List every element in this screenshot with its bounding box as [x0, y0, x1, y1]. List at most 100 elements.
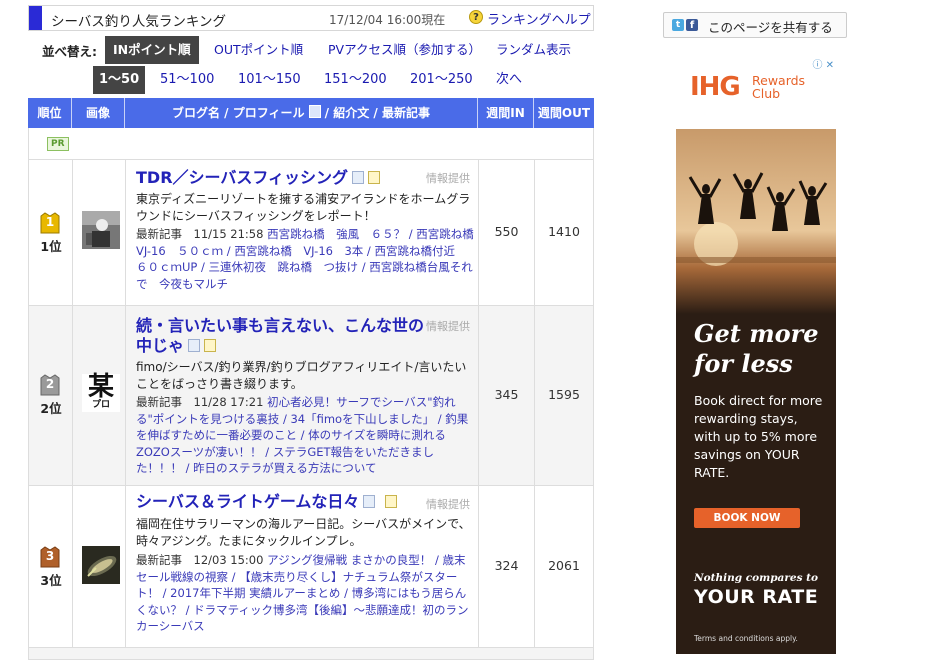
thumbnail-glyph: 某	[87, 372, 114, 402]
header-in: 週間IN	[478, 98, 534, 128]
ad-body-text: Book direct for more rewarding stays, wi…	[694, 393, 823, 480]
page-51-100[interactable]: 51～100	[154, 66, 220, 94]
image-cell: 某 プロ	[73, 306, 126, 485]
favorite-icon[interactable]	[368, 171, 381, 184]
weekly-in-cell: 550	[479, 160, 535, 305]
blog-info-cell: シーバス＆ライトゲームな日々 情報提供 福岡在住サラリーマンの海ルアー日記。シー…	[126, 486, 479, 647]
header-blog-label: ブログ名 / プロフィール	[172, 106, 305, 120]
question-icon[interactable]: ?	[469, 10, 483, 24]
sort-random[interactable]: ランダム表示	[488, 36, 579, 64]
rank-medal-number: 1	[45, 215, 55, 229]
latest-articles: 最新記事 12/03 15:00 アジング復帰戦 まさかの良型！ / 歳末セール…	[136, 552, 474, 635]
weekly-in-cell: 324	[479, 486, 535, 647]
blog-title-link[interactable]: シーバス＆ライトゲームな日々	[136, 492, 398, 512]
page-title: シーバス釣り人気ランキング	[51, 14, 226, 30]
rank-label: 2位	[40, 401, 62, 416]
rank-medal-number: 2	[45, 377, 55, 391]
blog-title-link[interactable]: TDR／シーバスフィッシング	[136, 168, 381, 188]
share-page-button[interactable]: t f このページを共有する	[663, 12, 847, 38]
weekly-out-cell: 1595	[535, 306, 593, 485]
sort-in-points[interactable]: INポイント順	[105, 36, 199, 64]
sort-pv-access[interactable]: PVアクセス順（参加する）	[320, 36, 489, 64]
page-151-200[interactable]: 151～200	[318, 66, 393, 94]
share-label: このページを共有する	[708, 20, 833, 35]
pr-badge[interactable]: PR	[47, 137, 69, 151]
ad-brand-sub: Rewards Club	[752, 74, 805, 100]
weekly-out-value: 1410	[548, 224, 580, 239]
ranking-table: 順位 画像 ブログ名 / プロフィール / 紹介文 / 最新記事 週間IN 週間…	[28, 98, 594, 660]
ranking-title-bar: シーバス釣り人気ランキング 17/12/04 16:00現在 ? ランキングヘル…	[28, 5, 594, 31]
header-rank: 順位	[28, 98, 72, 128]
ad-beach-photo	[676, 129, 836, 314]
page-201-250[interactable]: 201～250	[404, 66, 479, 94]
page-next[interactable]: 次へ	[490, 66, 528, 94]
blog-thumbnail[interactable]	[82, 546, 120, 584]
rank-label: 1位	[40, 239, 62, 254]
blog-thumbnail[interactable]: 某 プロ	[82, 374, 120, 412]
table-row: 1 1位 TDR／シーバスフィッシング 情報提供 東京ディズニーリゾートを擁する…	[28, 160, 594, 306]
pr-row: PR	[28, 128, 594, 160]
ranking-help-link[interactable]: ランキングヘルプ	[487, 9, 591, 28]
image-cell	[73, 160, 126, 305]
favorite-icon[interactable]	[204, 339, 217, 352]
header-image: 画像	[72, 98, 125, 128]
blog-title-link[interactable]: 続・言いたい事も言えない、こんな世の中じゃ	[136, 316, 426, 356]
profile-icon[interactable]	[352, 171, 365, 184]
blog-description: 福岡在住サラリーマンの海ルアー日記。シーバスがメインで、時々アジング。たまにタッ…	[136, 517, 471, 548]
info-provided-label[interactable]: 情報提供	[426, 496, 470, 512]
rank-cell: 3 3位	[29, 486, 73, 647]
ranking-timestamp: 17/12/04 16:00現在	[329, 13, 446, 27]
weekly-in-value: 550	[494, 224, 519, 239]
blog-info-cell: TDR／シーバスフィッシング 情報提供 東京ディズニーリゾートを擁する浦安アイラ…	[126, 160, 485, 305]
header-blog-label-rest: / 紹介文 / 最新記事	[320, 106, 430, 120]
profile-icon[interactable]	[363, 495, 376, 508]
image-cell	[73, 486, 126, 647]
ad-headline-line2: for less	[694, 349, 793, 378]
table-header: 順位 画像 ブログ名 / プロフィール / 紹介文 / 最新記事 週間IN 週間…	[28, 98, 594, 128]
ad-tagline: Nothing compares to	[694, 572, 818, 584]
table-row: 3 3位 シーバス＆ライトゲームな日々 情報提供 福岡在住サラリーマンの海ルアー…	[28, 486, 594, 648]
page-navigation: 1～50 51～100 101～150 151～200 201～250 次へ	[28, 66, 594, 94]
twitter-icon: t	[672, 19, 684, 31]
title-accent	[29, 6, 42, 30]
ad-banner[interactable]: IHG Rewards Club ⓘ ✕ Get more for less Boo…	[676, 54, 836, 654]
sort-options: 並べ替え: INポイント順 OUTポイント順 PVアクセス順（参加する） ランダ…	[28, 36, 594, 64]
header-blog: ブログ名 / プロフィール / 紹介文 / 最新記事	[125, 98, 478, 128]
table-row	[28, 648, 594, 660]
sort-label: 並べ替え:	[42, 44, 97, 59]
rank-label: 3位	[40, 573, 62, 588]
header-out: 週間OUT	[537, 106, 591, 120]
favorite-icon[interactable]	[385, 495, 398, 508]
rank-medal-number: 3	[45, 549, 55, 563]
latest-articles-prefix: 最新記事 11/28 17:21	[136, 395, 268, 409]
latest-articles-prefix: 最新記事 11/15 21:58	[136, 227, 268, 241]
close-icon[interactable]: ⓘ ✕	[812, 56, 834, 71]
ad-headline: Get more for less	[694, 319, 824, 379]
profile-icon[interactable]	[188, 339, 201, 352]
blog-title-text: 続・言いたい事も言えない、こんな世の中じゃ	[136, 316, 425, 355]
ad-tagline-rate: YOUR RATE	[694, 586, 819, 608]
blog-thumbnail[interactable]	[82, 211, 120, 249]
latest-articles-prefix: 最新記事 12/03 15:00	[136, 553, 268, 567]
page-1-50[interactable]: 1～50	[93, 66, 146, 94]
page-101-150[interactable]: 101～150	[232, 66, 307, 94]
weekly-out-cell: 2061	[535, 486, 593, 647]
table-row: 2 2位 某 プロ 続・言いたい事も言えない、こんな世の中じゃ 情報提供 fim…	[28, 306, 594, 486]
info-provided-label[interactable]: 情報提供	[426, 170, 470, 186]
latest-articles: 最新記事 11/28 17:21 初心者必見！サーフでシーバス"釣れる"ポイント…	[136, 394, 474, 477]
ad-book-now-button[interactable]: BOOK NOW	[694, 508, 800, 528]
weekly-in-value: 345	[494, 387, 519, 402]
facebook-icon: f	[686, 19, 698, 31]
ad-brand-logo: IHG	[690, 72, 741, 102]
ad-terms[interactable]: Terms and conditions apply.	[694, 634, 798, 643]
rank-cell: 2 2位	[29, 306, 73, 485]
blog-description: fimo/シーバス/釣り業界/釣りブログアフィリエイト/言いたいことをばっさり書…	[136, 360, 467, 391]
info-provided-label[interactable]: 情報提供	[426, 318, 470, 334]
weekly-out-cell: 1410	[535, 160, 593, 305]
ad-header: IHG Rewards Club ⓘ ✕	[676, 54, 836, 129]
ad-brand-sub-line2: Club	[752, 86, 781, 101]
sort-out-points[interactable]: OUTポイント順	[206, 36, 311, 64]
latest-articles: 最新記事 11/15 21:58 西宮跳ね橋 強風 ６５？ / 西宮跳ね橋 VJ…	[136, 226, 485, 292]
ad-headline-line1: Get more	[694, 319, 819, 348]
weekly-in-cell: 345	[479, 306, 535, 485]
